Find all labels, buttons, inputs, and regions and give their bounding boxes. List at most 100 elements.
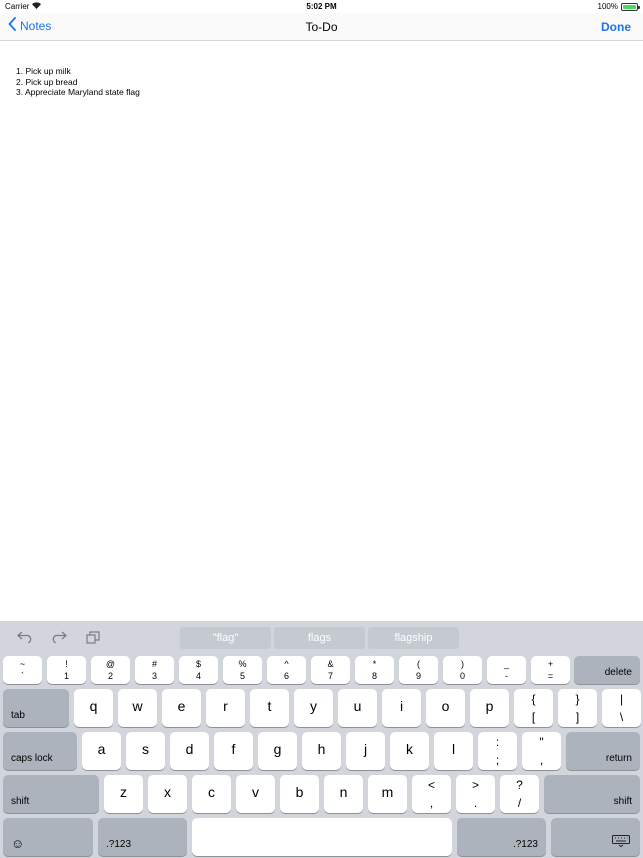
key-bottom-label: 3 (151, 671, 157, 681)
key-bottom-label: 0 (459, 671, 465, 681)
key-bottom-label: ; (495, 753, 500, 767)
letter-key-c[interactable]: c (192, 775, 231, 813)
letter-key-n[interactable]: n (324, 775, 363, 813)
numbers-left-key[interactable]: .?123 (98, 818, 187, 856)
letter-key-t[interactable]: t (250, 689, 289, 727)
number-key[interactable]: ! 1 (47, 656, 86, 684)
key-top-label: | (619, 692, 624, 706)
number-key[interactable]: ~ ` (3, 656, 42, 684)
keyboard: "flag" flags flagship delete tab caps lo… (0, 621, 643, 858)
letter-key-i[interactable]: i (382, 689, 421, 727)
caps-lock-key[interactable]: caps lock (3, 732, 77, 770)
key-bottom-label: 8 (371, 671, 377, 681)
key-bottom-label: ` (21, 671, 24, 681)
key-bottom-label: . (473, 796, 478, 810)
letter-key-k[interactable]: k (390, 732, 429, 770)
shift-right-key[interactable]: shift (544, 775, 640, 813)
key-top-label: & (327, 659, 334, 669)
key-top-label: + (547, 659, 554, 669)
navigation-bar: Notes To-Do Done (0, 13, 643, 41)
dismiss-keyboard-key[interactable] (551, 818, 640, 856)
key-bottom-label: 9 (415, 671, 421, 681)
tab-key[interactable]: tab (3, 689, 69, 727)
done-button[interactable]: Done (601, 20, 631, 34)
letter-key-j[interactable]: j (346, 732, 385, 770)
symbol-key[interactable]: <, (412, 775, 451, 813)
note-line: 2. Pick up bread (16, 76, 78, 87)
number-key[interactable]: @2 (91, 656, 130, 684)
letter-key-b[interactable]: b (280, 775, 319, 813)
letter-key-q[interactable]: q (74, 689, 113, 727)
number-key[interactable]: + = (531, 656, 570, 684)
letter-key-s[interactable]: s (126, 732, 165, 770)
letter-key-x[interactable]: x (148, 775, 187, 813)
shift-left-key[interactable]: shift (3, 775, 99, 813)
letter-key-g[interactable]: g (258, 732, 297, 770)
letter-key-v[interactable]: v (236, 775, 275, 813)
key-top-label: } (575, 692, 580, 706)
letter-key-d[interactable]: d (170, 732, 209, 770)
key-bottom-label: 2 (107, 671, 113, 681)
key-top-label: # (151, 659, 157, 669)
letter-key-o[interactable]: o (426, 689, 465, 727)
letter-key-w[interactable]: w (118, 689, 157, 727)
symbol-key[interactable]: ", (522, 732, 561, 770)
letter-key-z[interactable]: z (104, 775, 143, 813)
number-key[interactable]: _ - (487, 656, 526, 684)
key-bottom-label: \ (619, 710, 624, 724)
number-key[interactable]: (9 (399, 656, 438, 684)
symbol-key[interactable]: {[ (514, 689, 553, 727)
key-bottom-label: ] (575, 710, 580, 724)
undo-icon[interactable] (16, 631, 34, 645)
key-top-label: { (531, 692, 536, 706)
key-bottom-label: [ (531, 710, 536, 724)
number-key[interactable]: #3 (135, 656, 174, 684)
key-top-label: ~ (19, 659, 26, 669)
emoji-key[interactable]: ☺ (3, 818, 93, 856)
note-text-area[interactable]: 1. Pick up milk 2. Pick up bread 3. Appr… (16, 66, 140, 98)
key-top-label: * (372, 659, 377, 669)
number-key[interactable]: & 7 (311, 656, 350, 684)
symbol-key[interactable]: :; (478, 732, 517, 770)
key-bottom-label: , (539, 753, 544, 767)
suggestion-1[interactable]: "flag" (180, 627, 271, 649)
letter-key-m[interactable]: m (368, 775, 407, 813)
key-top-label: ? (516, 778, 523, 792)
symbol-key[interactable]: }] (558, 689, 597, 727)
letter-key-p[interactable]: p (470, 689, 509, 727)
number-key[interactable]: ) 0 (443, 656, 482, 684)
letter-key-a[interactable]: a (82, 732, 121, 770)
number-key[interactable]: * 8 (355, 656, 394, 684)
key-bottom-label: 5 (239, 671, 245, 681)
numbers-right-key[interactable]: .?123 (457, 818, 546, 856)
number-key[interactable]: $4 (179, 656, 218, 684)
letter-key-r[interactable]: r (206, 689, 245, 727)
suggestion-3[interactable]: flagship (368, 627, 459, 649)
symbol-key[interactable]: | \ (602, 689, 641, 727)
letter-key-h[interactable]: h (302, 732, 341, 770)
number-key[interactable]: % 5 (223, 656, 262, 684)
letter-key-f[interactable]: f (214, 732, 253, 770)
delete-key[interactable]: delete (574, 656, 640, 684)
paste-icon[interactable] (84, 631, 102, 645)
letter-key-y[interactable]: y (294, 689, 333, 727)
key-bottom-label: 4 (195, 671, 201, 681)
note-line: 3. Appreciate Maryland state flag (16, 87, 140, 97)
key-top-label: ) (461, 659, 464, 669)
return-key[interactable]: return (566, 732, 640, 770)
shortcut-bar: "flag" flags flagship (0, 621, 643, 653)
key-top-label: : (495, 735, 500, 749)
symbol-key[interactable]: ? / (500, 775, 539, 813)
symbol-key[interactable]: >. (456, 775, 495, 813)
key-bottom-label: / (517, 796, 522, 810)
redo-icon[interactable] (50, 631, 68, 645)
space-key[interactable] (192, 818, 452, 856)
suggestion-2[interactable]: flags (274, 627, 365, 649)
key-bottom-label: , (429, 796, 434, 810)
letter-key-u[interactable]: u (338, 689, 377, 727)
key-top-label: % (238, 659, 247, 669)
letter-key-e[interactable]: e (162, 689, 201, 727)
letter-key-l[interactable]: l (434, 732, 473, 770)
number-key[interactable]: ^ 6 (267, 656, 306, 684)
keyboard-dismiss-icon (612, 835, 630, 850)
